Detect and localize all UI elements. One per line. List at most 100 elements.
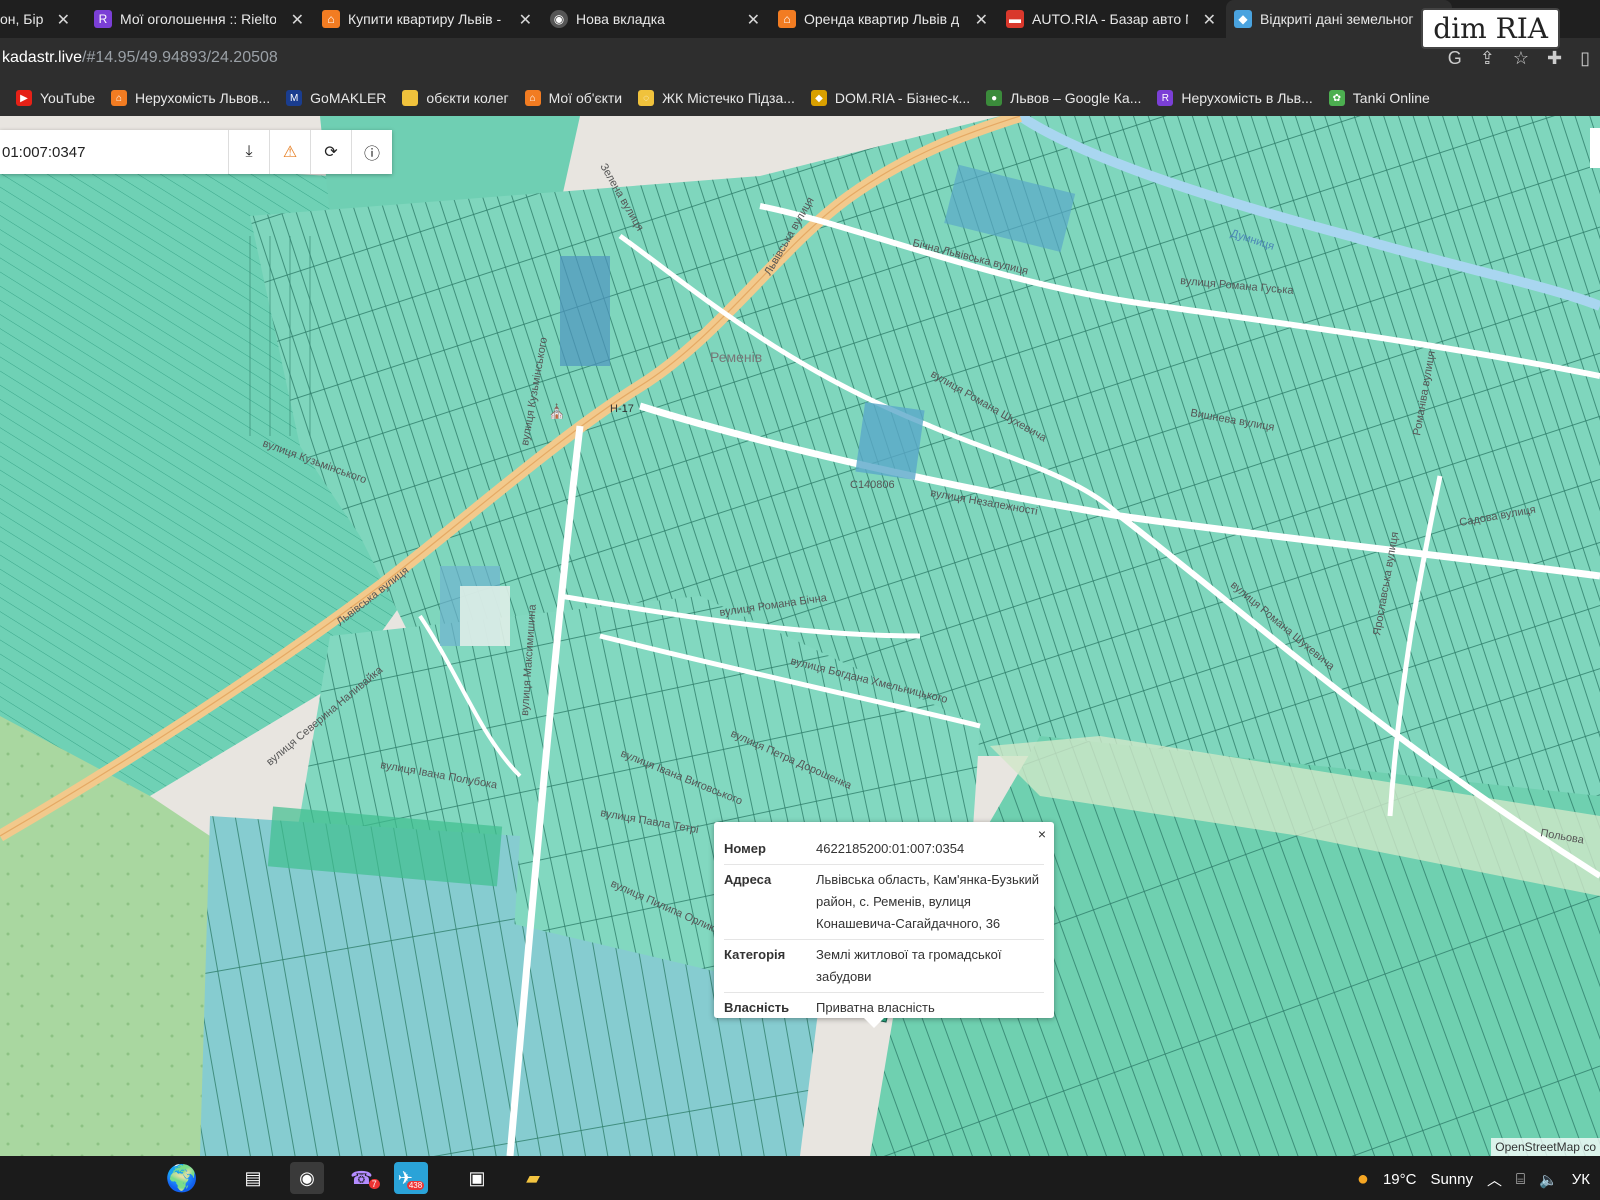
- bookmark-nerukhomist-lviv[interactable]: R Нерухомість в Льв...: [1157, 90, 1313, 106]
- browser-tab[interactable]: ▬ AUTO.RIA - Базар авто N ✕: [998, 0, 1224, 38]
- tanki-icon: ✿: [1328, 90, 1345, 106]
- tab-title: он, Бірк: [0, 11, 44, 27]
- viber-badge: 7: [368, 1179, 380, 1189]
- gomakler-icon: M: [286, 90, 303, 106]
- bookmark-google-maps[interactable]: ● Львов – Google Ка...: [986, 90, 1141, 106]
- parcel-key: Категорія: [724, 939, 816, 993]
- parcel-key: Номер: [724, 834, 816, 865]
- car-favicon-icon: ▬: [1006, 10, 1024, 28]
- home-favicon-icon: ⌂: [322, 10, 340, 28]
- tab-title: Оренда квартир Львів д: [804, 11, 960, 27]
- volume-icon[interactable]: 🔈: [1539, 1171, 1558, 1189]
- widgets-globe-icon[interactable]: 🌍: [140, 1162, 224, 1194]
- tab-title: AUTO.RIA - Базар авто N: [1032, 11, 1188, 27]
- tab-title: Відкриті дані земельног: [1260, 11, 1414, 27]
- browser-tab-active[interactable]: ◆ Відкриті дані земельног ✕: [1226, 0, 1452, 38]
- weather-sun-icon[interactable]: ●: [1357, 1168, 1369, 1191]
- rielto-favicon-icon: R: [94, 10, 112, 28]
- bookmark-zhk[interactable]: ◌ ЖК Містечко Підза...: [638, 90, 795, 106]
- parcel-key: Адреса: [724, 864, 816, 940]
- info-icon[interactable]: ⓘ: [351, 130, 392, 174]
- windows-taskbar: 🌍 ▤ ◉ ☎ 7 ✈ 438 ▣ ▰ ● 19°C Sunny ︿ ⌸ 🔈 УК: [0, 1156, 1600, 1200]
- bookmark-nerukhomist[interactable]: ⌂ Нерухомість Львов...: [111, 90, 270, 106]
- browser-tab[interactable]: ⌂ Купити квартиру Львів - ✕: [314, 0, 540, 38]
- bookmark-youtube[interactable]: ▶ YouTube: [16, 90, 95, 106]
- map-label-road-h17: Н-17: [610, 403, 634, 415]
- map-control-edge[interactable]: [1590, 128, 1600, 168]
- parcel-value: 4622185200:01:007:0354: [816, 834, 1044, 865]
- dim-ria-watermark: dim RIA: [1421, 8, 1560, 49]
- tab-title: Нова вкладка: [576, 11, 665, 27]
- map-pin-icon: ●: [986, 90, 1003, 106]
- browser-tab[interactable]: R Мої оголошення :: Rielto ✕: [86, 0, 312, 38]
- star-icon[interactable]: ☆: [1513, 48, 1529, 69]
- table-row: Адреса Львівська область, Кам'янка-Бузьк…: [724, 864, 1044, 940]
- parcel-value: Землі житлової та громадської забудови: [816, 939, 1044, 993]
- browser-tab[interactable]: ◉ Нова вкладка ✕: [542, 0, 768, 38]
- home-icon: ⌂: [524, 90, 541, 106]
- tab-close-icon[interactable]: ✕: [57, 10, 70, 30]
- viber-taskbar-icon[interactable]: ☎ 7: [348, 1162, 382, 1194]
- browser-tab[interactable]: он, Бірк ✕: [0, 0, 78, 38]
- tab-close-icon[interactable]: ✕: [747, 10, 760, 30]
- bookmark-gomakler[interactable]: M GoMAKLER: [286, 90, 386, 106]
- cadastral-map[interactable]: Ременів Н-17 С140806 Львівська вулиця Ль…: [0, 116, 1600, 1156]
- system-tray: ● 19°C Sunny ︿ ⌸ 🔈 УК: [1357, 1168, 1590, 1191]
- language-indicator[interactable]: УК: [1572, 1171, 1590, 1188]
- cadastral-search-input[interactable]: 01:007:0347: [0, 144, 228, 161]
- network-icon[interactable]: ⌸: [1516, 1171, 1525, 1188]
- browser-tab[interactable]: ⌂ Оренда квартир Львів д ✕: [770, 0, 996, 38]
- bookmark-folder-obiekty[interactable]: обєкти колег: [402, 90, 509, 106]
- extensions-icon[interactable]: ✚: [1547, 48, 1562, 69]
- church-icon: ⛪: [548, 402, 565, 420]
- map-attribution[interactable]: OpenStreetMap co: [1491, 1138, 1600, 1156]
- weather-temp[interactable]: 19°C: [1383, 1171, 1417, 1188]
- parcel-key: Власність: [724, 1000, 790, 1015]
- table-row: Власність Приватна власність: [724, 993, 1044, 1024]
- tab-close-icon[interactable]: ✕: [975, 10, 988, 30]
- browser-tab-strip: он, Бірк ✕ R Мої оголошення :: Rielto ✕ …: [0, 0, 1600, 38]
- tab-close-icon[interactable]: ✕: [291, 10, 304, 30]
- parcel-value: Приватна власність: [816, 1000, 935, 1015]
- chrome-favicon-icon: ◉: [550, 10, 568, 28]
- app-taskbar-icon[interactable]: ▣: [460, 1162, 494, 1194]
- home-icon: ⌂: [111, 90, 128, 106]
- url-path: /#14.95/49.94893/24.20508: [82, 49, 278, 66]
- home-favicon-icon: ⌂: [778, 10, 796, 28]
- rielto-icon: R: [1157, 90, 1174, 106]
- refresh-icon[interactable]: ⟳: [310, 130, 351, 174]
- tab-close-icon[interactable]: ✕: [519, 10, 532, 30]
- tray-chevron-icon[interactable]: ︿: [1487, 1169, 1502, 1190]
- popup-tip: [864, 1018, 884, 1028]
- tab-title: Мої оголошення :: Rielto: [120, 11, 276, 27]
- url-field[interactable]: kadastr.live/#14.95/49.94893/24.20508: [2, 49, 278, 67]
- kadastr-favicon-icon: ◆: [1234, 10, 1252, 28]
- google-icon[interactable]: G: [1448, 48, 1462, 69]
- table-row: Категорія Землі житлової та громадської …: [724, 939, 1044, 993]
- bookmark-moi-obiekty[interactable]: ⌂ Мої об'єкти: [524, 90, 622, 106]
- telegram-badge: 438: [406, 1180, 425, 1190]
- sidebar-icon[interactable]: ▯: [1580, 48, 1590, 69]
- warning-icon[interactable]: ⚠: [269, 130, 310, 174]
- folder-icon: [402, 90, 419, 106]
- weather-text[interactable]: Sunny: [1430, 1171, 1473, 1188]
- tab-title: Купити квартиру Львів -: [348, 11, 502, 27]
- url-host: kadastr.live: [2, 49, 83, 66]
- parcel-info-table: Номер 4622185200:01:007:0354 Адреса Льві…: [724, 834, 1044, 1023]
- share-icon[interactable]: ⇪: [1480, 48, 1495, 69]
- parcel-info-popup: × Номер 4622185200:01:007:0354 Адреса Ль…: [714, 822, 1054, 1028]
- map-label-village: Ременів: [710, 349, 762, 365]
- bookmark-tanki[interactable]: ✿ Tanki Online: [1328, 90, 1430, 106]
- file-explorer-icon[interactable]: ▰: [516, 1162, 550, 1194]
- bookmarks-bar: ▶ YouTube ⌂ Нерухомість Львов... M GoMAKLER…: [0, 80, 1600, 117]
- task-view-icon[interactable]: ▤: [236, 1162, 270, 1194]
- tab-close-icon[interactable]: ✕: [1203, 10, 1216, 30]
- chrome-taskbar-icon[interactable]: ◉: [290, 1162, 324, 1194]
- chat-icon: ◌: [638, 90, 655, 106]
- map-label-road-c140806: С140806: [850, 479, 895, 491]
- parcel-value: Львівська область, Кам'янка-Бузький райо…: [816, 864, 1044, 940]
- youtube-icon: ▶: [16, 90, 32, 106]
- telegram-taskbar-icon[interactable]: ✈ 438: [394, 1162, 428, 1194]
- bookmark-domria[interactable]: ◆ DOM.RIA - Бізнес-к...: [810, 90, 970, 106]
- download-icon[interactable]: ⤓: [228, 130, 269, 174]
